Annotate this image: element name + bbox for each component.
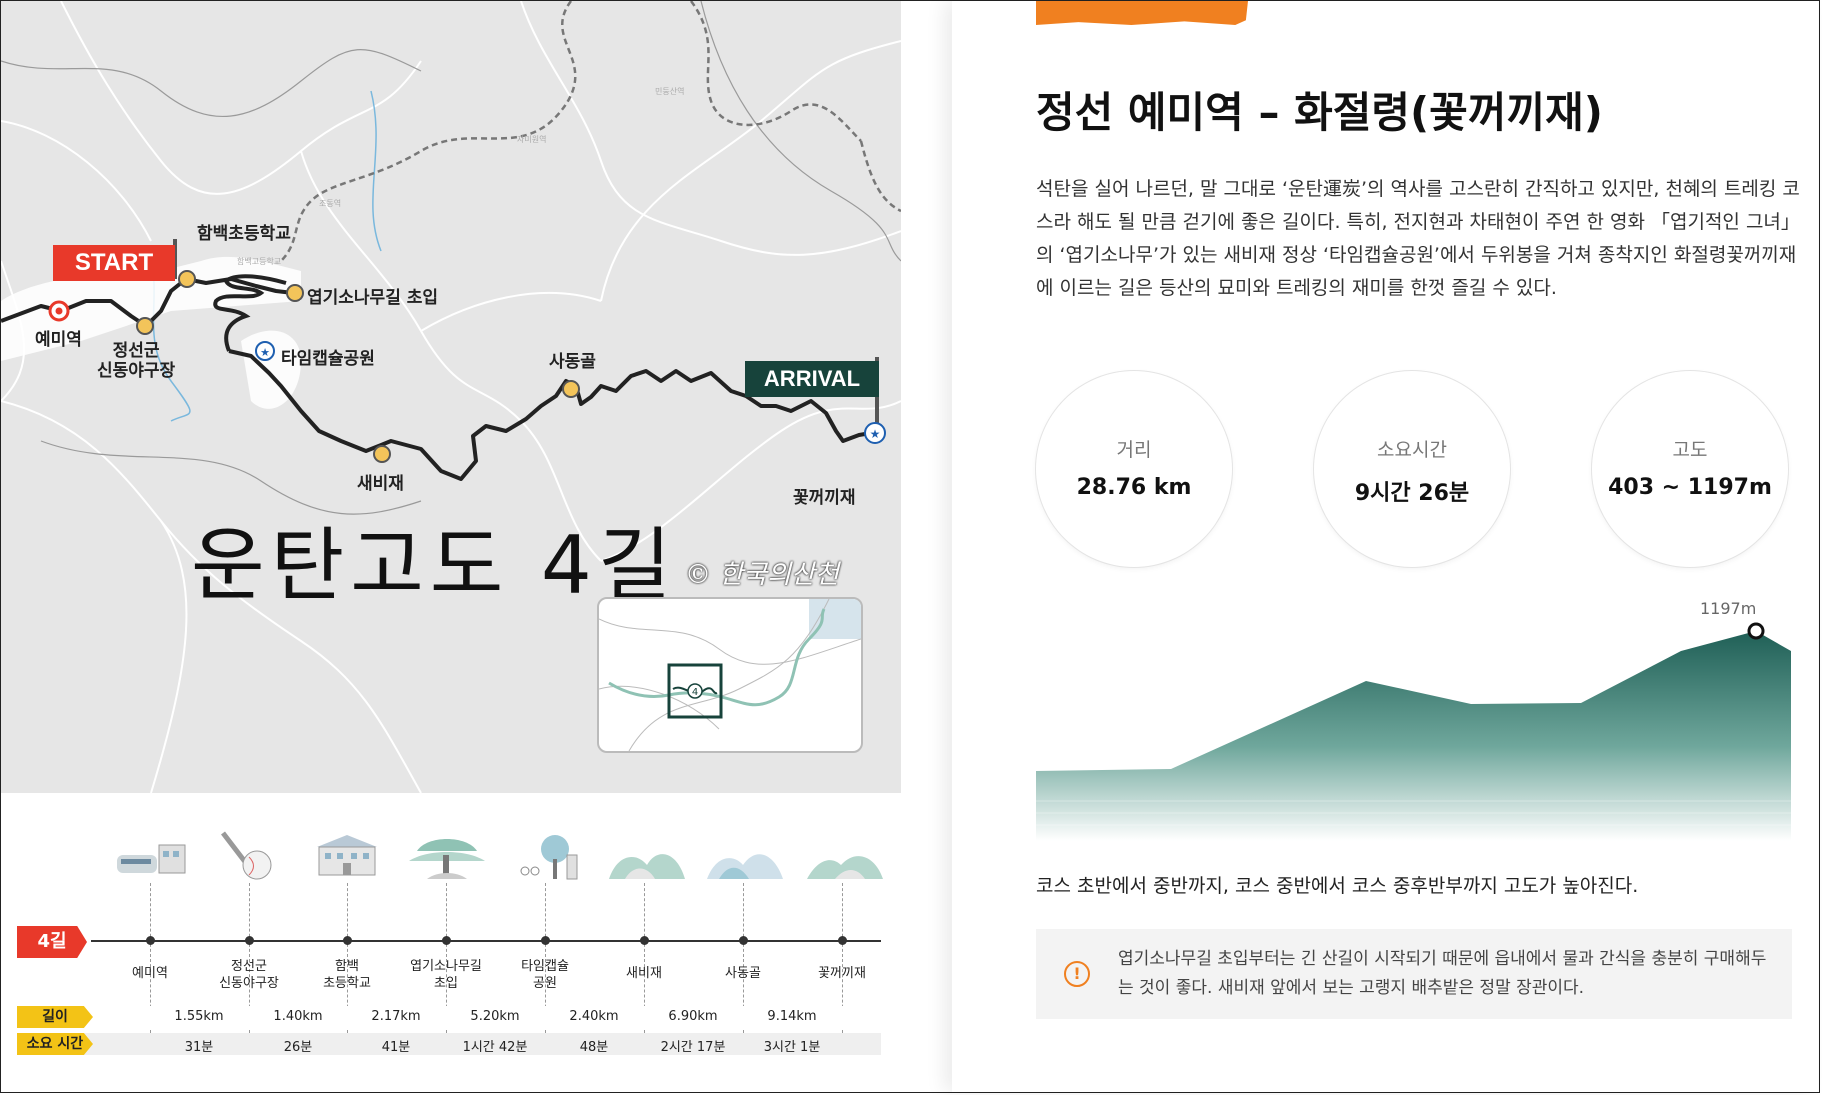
route-table: 4길 예미역 정선군신동야구장 함백초등학교 엽기소나무길초입 타임캡슐공원 새… xyxy=(1,793,901,1091)
mountain-icon xyxy=(805,831,885,883)
timeline-dot xyxy=(343,936,352,945)
svg-text:★: ★ xyxy=(260,346,270,359)
timeline-dot xyxy=(640,936,649,945)
stat-value: 9시간 26분 xyxy=(1354,481,1470,506)
poi-sadong-valley: 사동골 xyxy=(549,352,596,372)
stat-altitude: 고도 403 ~ 1197m xyxy=(1592,371,1788,567)
time-value: 48분 xyxy=(579,1040,609,1055)
mountain-icon xyxy=(607,831,687,883)
stop-line-2: 초등학교 xyxy=(323,976,371,991)
elevation-profile xyxy=(1036,622,1791,841)
time-label: 소요 시간 xyxy=(17,1033,93,1055)
station-label: 조동역 xyxy=(319,199,342,208)
warning-icon: ! xyxy=(1064,961,1090,987)
time-value: 41분 xyxy=(381,1040,411,1055)
distance-label: 길이 xyxy=(17,1006,93,1028)
time-value: 2시간 17분 xyxy=(660,1040,726,1055)
stop-line-2: 신동야구장 xyxy=(219,976,279,991)
time-value: 1시간 42분 xyxy=(462,1040,528,1055)
poi-yeopgi-pine-entry: 엽기소나무길 초입 xyxy=(307,288,439,308)
time-value: 3시간 1분 xyxy=(763,1040,821,1055)
time-value: 26분 xyxy=(283,1040,313,1055)
poi-yemi-station: 예미역 xyxy=(35,330,82,350)
stop-line-1: 정선군 xyxy=(231,959,267,974)
stat-key: 고도 xyxy=(1672,439,1708,461)
tip-text: 엽기소나무길 초입부터는 긴 산길이 시작되기 때문에 읍내에서 물과 간식을 … xyxy=(1118,949,1767,998)
train-station-icon xyxy=(109,831,189,883)
poi-line-2: 신동야구장 xyxy=(97,361,176,381)
course-description: 석탄을 실어 나르던, 말 그대로 ‘운탄運炭’의 역사를 고스란히 간직하고 … xyxy=(1036,178,1800,299)
stop-label: 함백초등학교 xyxy=(299,958,395,992)
course-title: 정선 예미역 – 화절령(꽃꺼끼재) xyxy=(1036,88,1603,137)
stop-label: 새비재 xyxy=(596,965,692,982)
accent-bar xyxy=(1036,1,1248,25)
stop-line-1: 꽃꺼끼재 xyxy=(818,966,866,981)
time-row: 소요 시간 31분 26분 41분 1시간 42분 48분 2시간 17분 3시… xyxy=(17,1033,881,1055)
park-icon xyxy=(507,831,587,883)
stop-line-2: 공원 xyxy=(533,976,557,991)
inset-route-number: 4 xyxy=(692,687,698,698)
stop-line-1: 함백 xyxy=(335,959,359,974)
detail-panel: 정선 예미역 – 화절령(꽃꺼끼재) 석탄을 실어 나르던, 말 그대로 ‘운탄… xyxy=(952,1,1818,1092)
distance-value: 1.55km xyxy=(174,1009,224,1024)
distance-row: 길이 1.55km 1.40km 2.17km 5.20km 2.40km 6.… xyxy=(17,1006,881,1028)
stop-label: 꽃꺼끼재 xyxy=(794,965,890,982)
stop-label: 정선군신동야구장 xyxy=(201,958,297,992)
timeline-dot xyxy=(442,936,451,945)
stop-line-1: 엽기소나무길 xyxy=(410,959,482,974)
inset-map: 4 xyxy=(597,597,863,753)
stop-line-1: 예미역 xyxy=(132,966,168,981)
route-map: ★ ★ 민둥산역 자미원역 조동역 함백고등학교 START ARRIVAL 예… xyxy=(1,1,901,793)
poi-hambaek-school: 함백초등학교 xyxy=(197,224,291,244)
station-label: 민둥산역 xyxy=(655,87,685,96)
distance-value: 2.17km xyxy=(371,1009,421,1024)
peak-marker xyxy=(1747,622,1765,640)
stop-label: 엽기소나무길초입 xyxy=(398,958,494,992)
timeline-dot xyxy=(146,936,155,945)
stat-key: 거리 xyxy=(1116,439,1152,461)
tip-box: ! 엽기소나무길 초입부터는 긴 산길이 시작되기 때문에 읍내에서 물과 간식… xyxy=(1036,929,1792,1019)
school-label: 함백고등학교 xyxy=(237,257,282,266)
distance-value: 2.40km xyxy=(569,1009,619,1024)
arrival-flag: ARRIVAL xyxy=(745,361,879,397)
inset-map-graphic: 4 xyxy=(599,599,861,751)
stop-label: 예미역 xyxy=(102,965,198,982)
stop-line-2: 초입 xyxy=(434,976,458,991)
time-value: 31분 xyxy=(184,1040,214,1055)
poi-jeongseon-field: 정선군 신동야구장 xyxy=(97,341,175,381)
stat-distance: 거리 28.76 km xyxy=(1036,371,1232,567)
stat-duration: 소요시간 9시간 26분 xyxy=(1314,371,1510,567)
stat-key: 소요시간 xyxy=(1377,439,1447,461)
timeline-dot xyxy=(245,936,254,945)
poi-line-1: 정선군 xyxy=(112,341,160,361)
watermark: © 한국의산천 xyxy=(685,560,839,590)
poi-kkot-pass: 꽃꺼끼재 xyxy=(793,488,856,508)
poi-saebi-pass: 새비재 xyxy=(357,474,404,494)
stop-label: 사동골 xyxy=(695,965,791,982)
stop-label: 타임캡슐공원 xyxy=(497,958,593,992)
stat-value: 403 ~ 1197m xyxy=(1608,475,1772,500)
stop-line-1: 타임캡슐 xyxy=(521,959,569,974)
baseball-icon xyxy=(209,831,289,883)
distance-value: 1.40km xyxy=(273,1009,323,1024)
timeline-line xyxy=(91,940,881,942)
school-icon xyxy=(307,831,387,883)
station-label: 자미원역 xyxy=(517,135,547,144)
timeline-dot xyxy=(739,936,748,945)
timeline-dot xyxy=(838,936,847,945)
route-tag: 4길 xyxy=(17,926,87,958)
svg-text:★: ★ xyxy=(870,427,881,441)
elevation-caption: 코스 초반에서 중반까지, 코스 중반에서 코스 중후반부까지 고도가 높아진다… xyxy=(1036,875,1639,897)
stop-line-1: 사동골 xyxy=(725,966,761,981)
pine-tree-icon xyxy=(407,831,487,883)
timeline-dot xyxy=(541,936,550,945)
distance-value: 5.20km xyxy=(470,1009,520,1024)
mountain-icon xyxy=(705,831,785,883)
poi-time-capsule-park: 타임캡슐공원 xyxy=(281,349,375,369)
start-flag: START xyxy=(53,245,175,281)
stop-line-1: 새비재 xyxy=(626,966,662,981)
distance-value: 6.90km xyxy=(668,1009,718,1024)
distance-value: 9.14km xyxy=(767,1009,817,1024)
stat-value: 28.76 km xyxy=(1076,475,1192,500)
